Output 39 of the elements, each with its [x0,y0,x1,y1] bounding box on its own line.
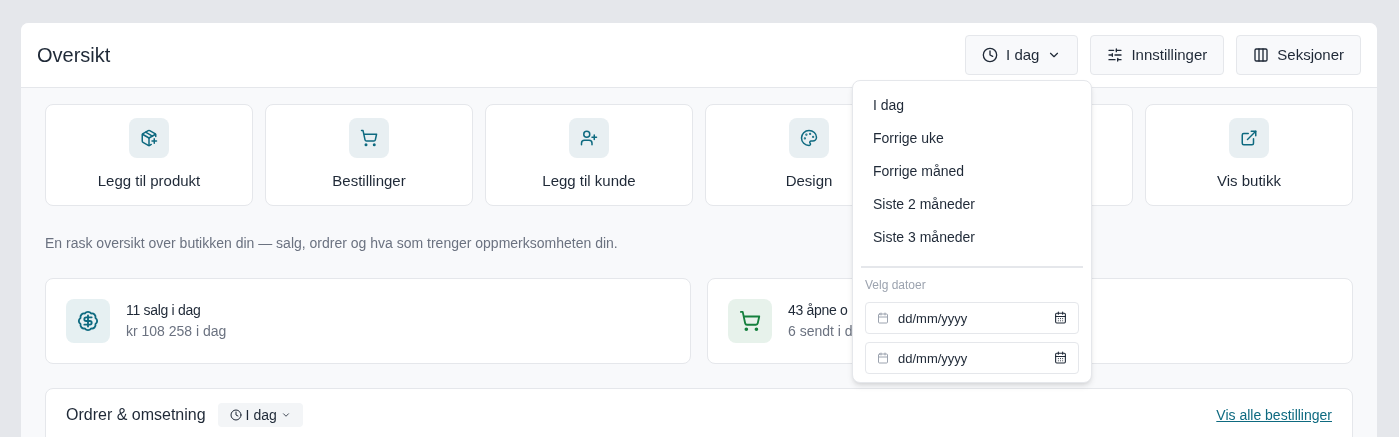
action-label: Legg til produkt [97,170,201,191]
period-dropdown[interactable]: I dag [217,403,303,427]
stat-subtitle: 6 sendt i d [788,322,853,341]
action-label: Design [785,170,833,191]
date-field[interactable]: dd/mm/yyyy [865,342,1079,374]
calendar-icon [1054,351,1067,364]
action-card[interactable]: Bestillinger [265,104,473,206]
action-card[interactable]: Legg til kunde [485,104,693,206]
columns-icon [1253,47,1270,63]
calendar-icon [877,312,889,324]
date-label: Velg datoer [864,277,927,294]
calendar-icon [1054,311,1067,324]
user-plus-icon [569,117,609,158]
clock-icon [229,409,242,421]
intro-text: En rask oversikt over butikken din — salg, ordrer og hva som trenger oppmerksomheten din. [45,234,618,253]
panel-title: Ordrer & omsetning [66,405,206,425]
page-title: Oversikt [37,43,111,68]
sliders-icon [1107,47,1124,63]
stat-title: 11 salg i dag [126,301,202,320]
stat-subtitle: kr 108 258 i dag [126,322,227,341]
stat-title: 43 åpne o [788,301,849,320]
action-card[interactable]: Vis butikk [1145,104,1353,206]
view-all-link[interactable]: Vis alle bestillinger [1216,405,1332,426]
palette-icon [789,117,829,158]
settings-button[interactable]: Innstillinger [1090,35,1225,75]
sections-button[interactable]: Seksjoner [1236,35,1361,75]
action-label: Bestillinger [332,170,406,191]
action-card[interactable]: Legg til produkt [45,104,253,206]
external-link-icon [1229,117,1269,158]
chevron-down-icon [280,410,291,420]
date-field[interactable]: dd/mm/yyyy [865,302,1079,334]
package-plus-icon [129,117,169,158]
menu-item[interactable]: Siste 3 måneder [853,221,1091,254]
action-label: Vis butikk [1217,170,1281,191]
clock-icon [982,47,999,63]
calendar-icon [877,352,889,364]
action-label: Legg til kunde [542,170,636,191]
period-dropdown[interactable]: I dag [965,35,1079,75]
cart-icon [349,117,389,158]
